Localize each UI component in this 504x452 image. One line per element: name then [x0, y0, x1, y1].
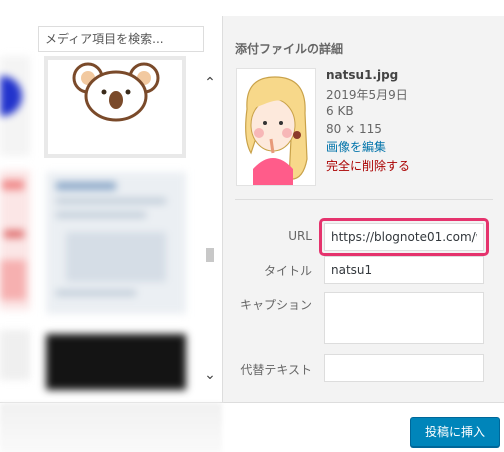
media-thumbnail-koala[interactable] — [44, 56, 186, 158]
media-thumbnail[interactable] — [46, 334, 186, 390]
title-field[interactable] — [324, 256, 484, 284]
chevron-up-icon[interactable]: ⌃ — [203, 76, 217, 90]
alt-text-field[interactable] — [324, 354, 484, 382]
media-search-input[interactable] — [38, 26, 204, 52]
media-toolbar: 投稿に挿入 — [0, 402, 504, 452]
file-name: natsu1.jpg — [326, 68, 399, 82]
alt-text-label: 代替テキスト — [240, 363, 312, 377]
title-label: タイトル — [263, 264, 312, 278]
media-thumbnail[interactable] — [46, 172, 186, 314]
divider — [235, 199, 493, 200]
girl-image — [245, 76, 308, 185]
insert-into-post-button[interactable]: 投稿に挿入 — [410, 417, 500, 447]
file-size: 6 KB — [326, 104, 354, 118]
url-field[interactable] — [324, 223, 484, 251]
attachment-preview — [236, 68, 316, 186]
media-library-grid: ⌃ ⌄ — [0, 0, 222, 402]
scrollbar-thumb[interactable] — [206, 248, 214, 262]
toolbar-left-area — [0, 403, 222, 452]
koala-image — [64, 60, 166, 130]
attachment-details-panel: 添付ファイルの詳細 natsu1.jpg 2019年5月9日 6 KB 80 ×… — [222, 16, 504, 402]
upload-date: 2019年5月9日 — [326, 88, 408, 102]
chevron-down-icon[interactable]: ⌄ — [203, 368, 217, 382]
library-scrollbar[interactable]: ⌃ ⌄ — [203, 72, 217, 392]
media-thumbnail[interactable] — [0, 56, 30, 156]
edit-image-link[interactable]: 画像を編集 — [326, 138, 386, 155]
delete-permanently-link[interactable]: 完全に削除する — [326, 157, 410, 174]
media-thumbnail[interactable] — [0, 330, 30, 380]
image-dimensions: 80 × 115 — [326, 122, 382, 136]
details-heading: 添付ファイルの詳細 — [235, 42, 344, 56]
media-thumbnail[interactable] — [0, 170, 30, 310]
caption-label: キャプション — [239, 298, 312, 312]
caption-field[interactable] — [324, 292, 484, 344]
url-label: URL — [288, 229, 312, 243]
